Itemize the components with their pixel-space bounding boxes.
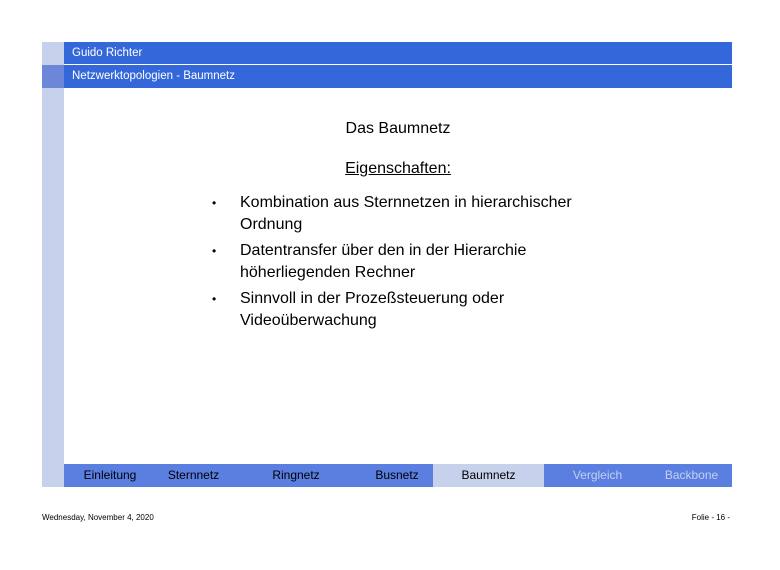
- strip-square-accent: [42, 65, 64, 88]
- nav-item-vergleich[interactable]: Vergleich: [544, 464, 651, 487]
- bullet-dot-icon: •: [212, 244, 217, 258]
- side-strip: [42, 42, 64, 487]
- nav-item-sternnetz[interactable]: Sternnetz: [156, 464, 231, 487]
- footer-page-number: Folie - 16 -: [691, 513, 730, 522]
- nav-item-busnetz[interactable]: Busnetz: [361, 464, 433, 487]
- navigation-bar: Einleitung Sternnetz Ringnetz Busnetz Ba…: [64, 464, 732, 487]
- footer-date: Wednesday, November 4, 2020: [42, 513, 154, 522]
- bullet-dot-icon: •: [212, 292, 217, 306]
- bullet-item: • Sinnvoll in der Prozeßsteuerung oder V…: [200, 288, 575, 332]
- strip-square-top: [42, 42, 64, 64]
- bullet-list: • Kombination aus Sternnetzen in hierarc…: [200, 192, 680, 336]
- header-topic: Netzwerktopologien - Baumnetz: [64, 65, 732, 88]
- bullet-text: Kombination aus Sternnetzen in hierarchi…: [240, 194, 572, 233]
- slide-title: Das Baumnetz: [345, 120, 451, 137]
- nav-item-ringnetz[interactable]: Ringnetz: [231, 464, 361, 487]
- nav-item-einleitung[interactable]: Einleitung: [64, 464, 156, 487]
- bullet-item: • Kombination aus Sternnetzen in hierarc…: [200, 192, 620, 236]
- bullet-item: • Datentransfer über den in der Hierarch…: [200, 240, 575, 284]
- bullet-text: Datentransfer über den in der Hierarchie…: [240, 242, 527, 281]
- nav-item-backbone[interactable]: Backbone: [651, 464, 732, 487]
- header-author: Guido Richter: [64, 42, 732, 64]
- bullet-text: Sinnvoll in der Prozeßsteuerung oder Vid…: [240, 290, 505, 329]
- slide-subtitle: Eigenschaften:: [345, 160, 451, 177]
- nav-item-baumnetz[interactable]: Baumnetz: [433, 464, 544, 487]
- bullet-dot-icon: •: [212, 196, 217, 210]
